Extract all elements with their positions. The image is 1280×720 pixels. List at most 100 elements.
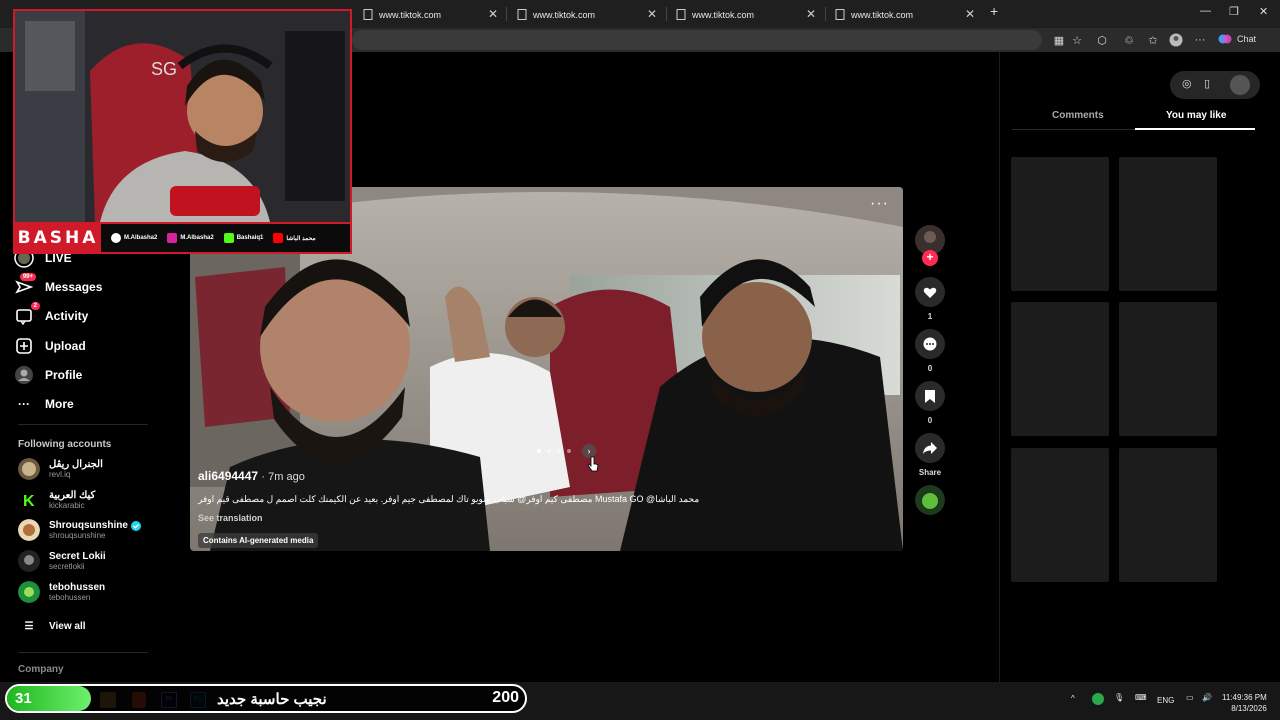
comment-button[interactable] — [915, 329, 945, 359]
system-clock[interactable]: 11:49:36 PM 8/13/2026 — [1222, 692, 1267, 714]
minimize-icon[interactable]: — — [1200, 5, 1211, 17]
side-panel: ◎ ▯ Comments You may like — [999, 52, 1280, 682]
copilot-icon — [1218, 34, 1232, 44]
comment-icon — [923, 337, 937, 351]
following-account[interactable]: Shrouqsunshine shrouqsunshine — [18, 519, 141, 541]
company-link[interactable]: Company — [18, 664, 64, 675]
address-bar[interactable] — [352, 30, 1042, 50]
tab-divider — [666, 7, 667, 21]
goal-title: نجيب حاسبة جديد — [217, 691, 327, 708]
security-icon[interactable] — [1092, 693, 1104, 705]
video-author[interactable]: ali6494447 · 7m ago — [198, 469, 798, 483]
profile-avatar-icon[interactable] — [1169, 33, 1183, 47]
recommended-video-thumbnail[interactable] — [1011, 157, 1109, 291]
sidebar-item-profile[interactable]: Profile — [14, 365, 82, 385]
kick-icon — [223, 233, 234, 243]
account-handle: revl.iq — [49, 470, 71, 479]
video-more-options-icon[interactable]: ··· — [870, 195, 889, 213]
browser-tab[interactable]: www.tiktok.com ✕ — [510, 3, 665, 26]
extensions-icon[interactable]: ⬡ — [1095, 33, 1109, 47]
save-count: 0 — [927, 416, 933, 425]
device-icon[interactable]: ▯ — [1204, 77, 1210, 90]
network-icon[interactable]: ▭ — [1186, 693, 1194, 702]
following-account[interactable]: Secret Lokii secretlokii — [18, 550, 106, 572]
ai-generated-label: Contains AI-generated media — [198, 533, 319, 548]
recommended-video-thumbnail[interactable] — [1011, 448, 1109, 582]
recommended-video-thumbnail[interactable] — [1011, 302, 1109, 436]
tiktok-icon — [111, 233, 121, 243]
subscriber-goal-bar: 31 نجيب حاسبة جديد 200 — [5, 684, 527, 713]
compass-icon[interactable]: ◎ — [1182, 77, 1192, 90]
browser-tab[interactable]: www.tiktok.com ✕ — [669, 3, 824, 26]
window-close-icon[interactable]: ✕ — [1259, 5, 1268, 18]
volume-icon[interactable]: 🔊 — [1202, 693, 1212, 702]
chevron-up-icon[interactable]: ^ — [1071, 694, 1075, 703]
sidebar-item-upload[interactable]: Upload — [14, 336, 86, 356]
account-handle: shrouqsunshine — [49, 531, 106, 540]
close-icon[interactable]: ✕ — [806, 7, 816, 21]
heart-icon — [923, 287, 937, 298]
view-all-link[interactable]: ☰ View all — [18, 621, 86, 632]
verified-icon — [130, 520, 141, 531]
post-time: · 7m ago — [261, 471, 305, 483]
sidebar-item-more[interactable]: ··· More — [14, 394, 74, 414]
webcam-feed: SG — [15, 11, 350, 222]
settings-more-icon[interactable]: ··· — [1193, 33, 1207, 47]
language-indicator[interactable]: ENG — [1157, 696, 1174, 705]
account-avatar-icon[interactable] — [1230, 75, 1250, 95]
account-handle: kickarabic — [49, 501, 85, 510]
copilot-chat-button[interactable]: Chat — [1218, 32, 1256, 46]
clock-time: 11:49:36 PM — [1222, 693, 1267, 702]
recommended-video-thumbnail[interactable] — [1119, 302, 1217, 436]
panel-controls: ◎ ▯ — [1170, 71, 1260, 99]
favorite-star-icon[interactable]: ☆ — [1070, 33, 1084, 47]
author-username[interactable]: ali6494447 — [198, 469, 258, 483]
tab-title: www.tiktok.com — [533, 9, 596, 20]
account-handle: secretlokii — [49, 562, 85, 571]
view-all-label: View all — [49, 621, 86, 632]
restore-icon[interactable]: ❐ — [1229, 5, 1239, 18]
share-button[interactable] — [915, 433, 945, 463]
following-account[interactable]: tebohussen tebohussen — [18, 581, 105, 603]
close-icon[interactable]: ✕ — [488, 7, 498, 21]
keyboard-icon[interactable]: ⌨ — [1135, 693, 1147, 702]
sidebar-item-label: Upload — [45, 339, 86, 353]
save-button[interactable] — [915, 381, 945, 411]
carousel-dot[interactable] — [547, 449, 551, 453]
carousel-dot[interactable] — [537, 449, 541, 453]
svg-text:K: K — [23, 493, 35, 510]
favorites-icon[interactable]: ✩ — [1146, 33, 1160, 47]
microphone-icon[interactable]: 🎙 — [1114, 693, 1124, 702]
carousel-dot[interactable] — [567, 449, 571, 453]
close-icon[interactable]: ✕ — [647, 7, 657, 21]
browser-tab[interactable]: www.tiktok.com ✕ — [828, 3, 983, 26]
chevron-left-icon[interactable]: ‹ — [502, 447, 505, 457]
close-icon[interactable]: ✕ — [965, 7, 975, 21]
recommended-video-thumbnail[interactable] — [1119, 157, 1217, 291]
browser-essentials-icon[interactable]: ♲ — [1122, 33, 1136, 47]
video-caption: ali6494447 · 7m ago محمد الباشا@ Mustafa… — [198, 469, 798, 548]
like-button[interactable] — [915, 277, 945, 307]
streamer-brand-logo: BASHA — [15, 224, 101, 252]
see-translation-link[interactable]: See translation — [198, 513, 798, 523]
new-tab-icon[interactable]: + — [990, 3, 998, 19]
stream-brand-bar: BASHA M.Albasha2 M.Albasha2 Bashaiq1 محم… — [15, 222, 350, 252]
split-screen-icon[interactable]: ▦ — [1052, 33, 1066, 47]
sidebar-item-label: Messages — [45, 280, 103, 294]
sidebar-item-messages[interactable]: 99+ Messages — [14, 273, 103, 297]
following-account[interactable]: الجنرال ريڤل revl.iq — [18, 458, 103, 480]
carousel-dot[interactable] — [557, 449, 561, 453]
browser-tab[interactable]: www.tiktok.com ✕ — [356, 3, 506, 26]
sidebar-item-activity[interactable]: 2 Activity — [14, 302, 88, 326]
screen: www.tiktok.com ✕ www.tiktok.com ✕ www.ti… — [0, 0, 1280, 720]
carousel-dots — [534, 449, 574, 453]
follow-plus-icon[interactable]: + — [922, 250, 938, 266]
page-icon — [834, 9, 845, 20]
sound-disc-icon[interactable] — [915, 485, 945, 515]
upload-icon — [14, 336, 34, 356]
tab-comments[interactable]: Comments — [1052, 110, 1104, 121]
tab-you-may-like[interactable]: You may like — [1166, 110, 1226, 121]
following-account[interactable]: K كيك العربية kickarabic — [18, 489, 95, 511]
profile-icon — [14, 365, 34, 385]
recommended-video-thumbnail[interactable] — [1119, 448, 1217, 582]
